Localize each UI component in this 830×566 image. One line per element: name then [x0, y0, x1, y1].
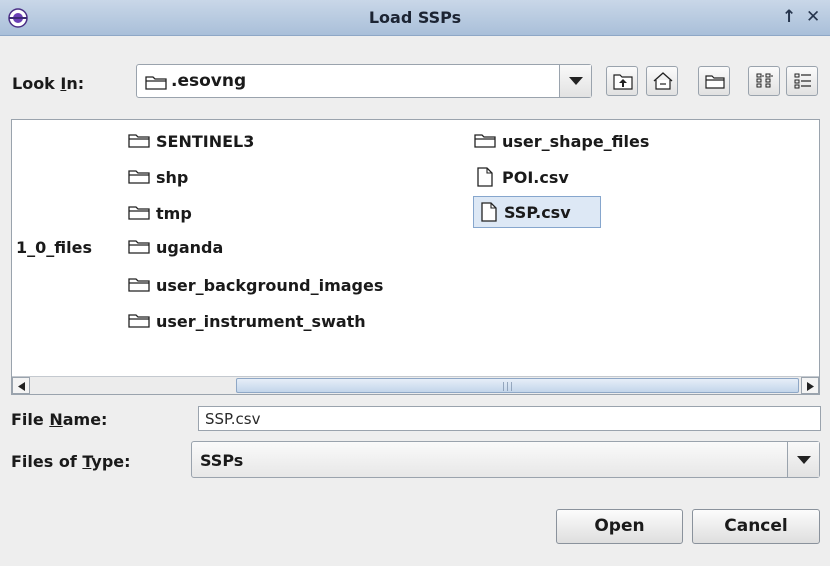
- list-item[interactable]: tmp: [128, 198, 308, 228]
- folder-icon: [128, 314, 150, 328]
- scrollbar-thumb[interactable]: |||: [236, 378, 799, 393]
- folder-icon: [128, 278, 150, 292]
- list-item[interactable]: uganda: [128, 232, 308, 262]
- truncated-column-label: 1_0_files: [16, 238, 92, 257]
- chevron-down-icon: [797, 456, 811, 464]
- list-item[interactable]: POI.csv: [474, 162, 614, 192]
- list-item[interactable]: user_instrument_swath: [128, 306, 458, 336]
- folder-icon: [128, 170, 150, 184]
- look-in-label: Look In:: [12, 74, 85, 93]
- up-one-level-button[interactable]: [606, 66, 638, 96]
- list-item[interactable]: user_shape_files: [474, 126, 734, 156]
- look-in-value: .esovng: [171, 71, 247, 91]
- folder-icon: [128, 134, 150, 148]
- files-of-type-value: SSPs: [200, 451, 244, 470]
- files-of-type-combo[interactable]: SSPs: [191, 441, 820, 478]
- new-folder-button[interactable]: [698, 66, 730, 96]
- look-in-combo[interactable]: .esovng: [136, 64, 592, 98]
- window-title: Load SSPs: [368, 8, 462, 27]
- list-view-button[interactable]: [748, 66, 780, 96]
- home-button[interactable]: [646, 66, 678, 96]
- restore-button[interactable]: ↑: [782, 7, 796, 27]
- cancel-button[interactable]: Cancel: [692, 509, 820, 544]
- title-bar: Load SSPs ↑ ✕: [0, 0, 830, 36]
- list-item[interactable]: shp: [128, 162, 308, 192]
- file-icon: [481, 202, 497, 222]
- chevron-down-icon: [569, 77, 583, 85]
- list-item-selected[interactable]: SSP.csv: [473, 196, 601, 228]
- folder-icon: [474, 134, 496, 148]
- folder-icon: [145, 76, 167, 90]
- folder-icon: [128, 206, 150, 220]
- look-in-dropdown-arrow[interactable]: [559, 65, 591, 97]
- scroll-right-button[interactable]: [801, 377, 819, 394]
- horizontal-scrollbar[interactable]: |||: [12, 376, 819, 394]
- list-item[interactable]: SENTINEL3: [128, 126, 308, 156]
- up-one-level-icon: [613, 74, 633, 90]
- new-folder-icon: [705, 75, 725, 89]
- close-button[interactable]: ✕: [806, 7, 820, 27]
- file-icon: [477, 167, 493, 187]
- files-of-type-dropdown-arrow[interactable]: [787, 442, 819, 477]
- file-list-pane[interactable]: 1_0_files SENTINEL3 shp tmp uganda user_…: [11, 119, 820, 395]
- chevron-left-icon: [18, 382, 25, 391]
- details-view-icon: [794, 73, 811, 89]
- home-icon: [653, 72, 673, 90]
- list-item[interactable]: user_background_images: [128, 270, 458, 300]
- grip-icon: |||: [502, 382, 515, 392]
- list-view-icon: [756, 73, 773, 88]
- chevron-right-icon: [807, 382, 814, 391]
- open-button[interactable]: Open: [556, 509, 683, 544]
- file-name-input[interactable]: [198, 406, 821, 431]
- scroll-left-button[interactable]: [12, 377, 30, 394]
- folder-icon: [128, 240, 150, 254]
- details-view-button[interactable]: [786, 66, 818, 96]
- files-of-type-label: Files of Type:: [11, 452, 131, 471]
- file-name-label: File Name:: [11, 410, 108, 429]
